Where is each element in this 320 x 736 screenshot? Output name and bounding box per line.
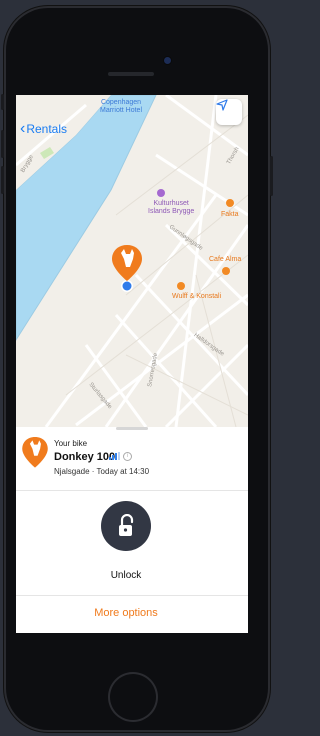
more-options-button[interactable]: More options (16, 607, 236, 619)
earpiece-speaker (108, 72, 154, 76)
map-label-fakta: Fakta (221, 211, 239, 218)
kulturhuset-label-line2: Islands Brygge (148, 208, 195, 215)
bike-name: Donkey 100 (54, 451, 116, 463)
rentals-back-button[interactable]: ‹ Rentals (20, 120, 68, 137)
sheet-grabber[interactable] (116, 427, 148, 430)
divider-top (16, 490, 248, 491)
app-screen: ‹ Rentals Copenhagen Marriott Hotel Kult… (16, 95, 248, 633)
bike-summary[interactable]: Your bike Donkey 100 i Njalsgade · Today… (16, 433, 248, 485)
locate-me-button[interactable] (216, 99, 242, 125)
home-button (108, 672, 158, 722)
front-camera (164, 57, 171, 64)
power-button (270, 156, 273, 196)
map-label-kulturhuset: Kulturhuset Islands Brygge (148, 200, 194, 216)
hotel-label-line2: Marriott Hotel (100, 107, 143, 114)
kulturhuset-label-line1: Kulturhuset (153, 200, 189, 207)
bike-location-time: Njalsgade · Today at 14:30 (54, 467, 150, 476)
your-bike-caption: Your bike (54, 439, 88, 448)
hotel-label-line1: Copenhagen (100, 99, 142, 106)
map-label-wulff: Wulff & Konstali (172, 293, 222, 300)
map-label-hotel: Copenhagen Marriott Hotel (100, 99, 142, 115)
unlock-button[interactable] (101, 501, 151, 551)
location-arrow-icon (216, 99, 228, 111)
unlock-label: Unlock (110, 570, 142, 581)
mute-switch (1, 94, 4, 110)
chevron-left-icon: ‹ (20, 120, 26, 137)
bike-location-pin[interactable] (112, 245, 142, 285)
signal-bars-icon (109, 452, 120, 460)
unlocked-padlock-icon (119, 514, 134, 536)
divider-bottom (16, 595, 248, 596)
bike-details-sheet: Your bike Donkey 100 i Njalsgade · Today… (16, 427, 248, 633)
volume-down-button (1, 166, 4, 194)
back-button-label: Rentals (26, 122, 68, 136)
volume-up-button (1, 130, 4, 158)
donkey-pin-icon (22, 437, 48, 468)
info-icon[interactable]: i (123, 452, 132, 461)
map-view[interactable]: ‹ Rentals Copenhagen Marriott Hotel Kult… (16, 95, 248, 427)
map-label-cafe-alma: Cafe Alma (209, 256, 242, 263)
